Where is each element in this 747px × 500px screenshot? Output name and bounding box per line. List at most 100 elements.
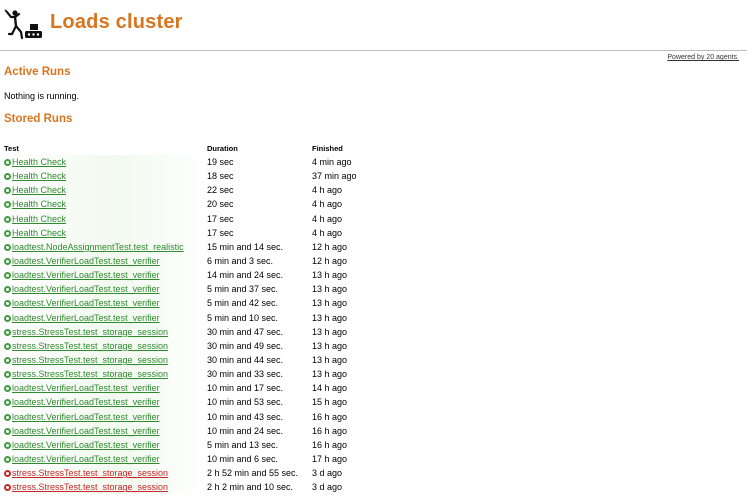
test-link[interactable]: stress.StressTest.test_storage_session xyxy=(12,468,168,478)
status-fail-icon xyxy=(4,470,11,478)
duration-cell: 17 sec xyxy=(207,227,234,238)
test-link[interactable]: loadtest.VerifierLoadTest.test_verifier xyxy=(12,412,160,422)
test-link[interactable]: loadtest.VerifierLoadTest.test_verifier xyxy=(12,383,160,393)
test-cell: loadtest.VerifierLoadTest.test_verifier xyxy=(4,310,207,325)
table-row: loadtest.VerifierLoadTest.test_verifier 1… xyxy=(4,423,392,438)
test-link[interactable]: loadtest.VerifierLoadTest.test_verifier xyxy=(12,426,160,436)
status-ok-icon xyxy=(4,286,11,294)
finished-cell: 16 h ago xyxy=(312,439,348,450)
status-ok-icon xyxy=(4,456,11,464)
duration-cell: 10 min and 53 sec. xyxy=(207,397,284,408)
table-row: stress.StressTest.test_storage_session 30… xyxy=(4,367,392,382)
table-row: loadtest.VerifierLoadTest.test_verifier 1… xyxy=(4,395,392,410)
active-runs-heading: Active Runs xyxy=(4,66,71,78)
stored-runs-body: Health Check 19 sec 4 min ago Health Check 1… xyxy=(4,155,392,495)
powered-by-link[interactable]: Powered by 20 agents. xyxy=(667,54,739,61)
finished-cell: 13 h ago xyxy=(312,298,348,309)
test-link[interactable]: stress.StressTest.test_storage_session xyxy=(12,327,168,337)
header-divider xyxy=(0,50,747,51)
status-ok-icon xyxy=(4,272,11,280)
test-cell: loadtest.VerifierLoadTest.test_verifier xyxy=(4,437,207,452)
test-cell: loadtest.VerifierLoadTest.test_verifier xyxy=(4,253,207,269)
test-link[interactable]: Health Check xyxy=(12,199,66,209)
status-ok-icon xyxy=(4,243,11,251)
finished-cell: 3 d ago xyxy=(312,468,343,479)
test-link[interactable]: loadtest.VerifierLoadTest.test_verifier xyxy=(12,454,160,464)
status-ok-icon xyxy=(4,441,11,449)
status-ok-icon xyxy=(4,385,11,393)
status-ok-icon xyxy=(4,399,11,407)
table-row: Health Check 17 sec 4 h ago xyxy=(4,211,392,226)
duration-cell: 10 min and 17 sec. xyxy=(207,383,284,394)
finished-cell: 14 h ago xyxy=(312,383,348,394)
finished-cell: 13 h ago xyxy=(312,270,348,281)
finished-cell: 4 min ago xyxy=(312,157,352,168)
test-link[interactable]: loadtest.VerifierLoadTest.test_verifier xyxy=(12,270,160,280)
finished-cell: 13 h ago xyxy=(312,340,348,351)
test-cell: stress.StressTest.test_storage_session xyxy=(4,338,207,353)
finished-cell: 4 h ago xyxy=(312,199,343,210)
test-cell: stress.StressTest.test_storage_session xyxy=(4,324,207,339)
test-link[interactable]: Health Check xyxy=(12,185,66,195)
finished-cell: 4 h ago xyxy=(312,227,343,238)
stored-runs-heading: Stored Runs xyxy=(4,113,73,125)
status-ok-icon xyxy=(4,159,11,167)
test-cell: loadtest.VerifierLoadTest.test_verifier xyxy=(4,282,207,297)
status-ok-icon xyxy=(4,328,11,336)
finished-cell: 4 h ago xyxy=(312,213,343,224)
test-link[interactable]: stress.StressTest.test_storage_session xyxy=(12,369,168,379)
status-ok-icon xyxy=(4,187,11,195)
test-link[interactable]: loadtest.VerifierLoadTest.test_verifier xyxy=(12,256,160,266)
duration-cell: 6 min and 3 sec. xyxy=(207,256,274,267)
test-link[interactable]: Health Check xyxy=(12,171,66,181)
test-link[interactable]: stress.StressTest.test_storage_session xyxy=(12,482,168,492)
status-ok-icon xyxy=(4,300,11,308)
test-link[interactable]: Health Check xyxy=(12,228,66,238)
duration-cell: 17 sec xyxy=(207,213,234,224)
test-link[interactable]: loadtest.VerifierLoadTest.test_verifier xyxy=(12,440,160,450)
duration-cell: 30 min and 49 sec. xyxy=(207,340,284,351)
duration-cell: 14 min and 24 sec. xyxy=(207,270,284,281)
finished-cell: 12 h ago xyxy=(312,241,348,252)
finished-cell: 13 h ago xyxy=(312,369,348,380)
finished-cell: 3 d ago xyxy=(312,482,343,493)
test-cell: loadtest.VerifierLoadTest.test_verifier xyxy=(4,423,207,438)
test-link[interactable]: loadtest.NodeAssignmentTest.test_realist… xyxy=(12,242,184,252)
test-link[interactable]: Health Check xyxy=(12,157,66,167)
test-link[interactable]: loadtest.VerifierLoadTest.test_verifier xyxy=(12,284,160,294)
table-row: loadtest.VerifierLoadTest.test_verifier 1… xyxy=(4,409,392,424)
table-header-row: Test Duration Finished xyxy=(4,141,392,155)
table-row: loadtest.VerifierLoadTest.test_verifier 1… xyxy=(4,451,392,467)
duration-cell: 20 sec xyxy=(207,199,234,210)
status-ok-icon xyxy=(4,215,11,223)
status-ok-icon xyxy=(4,413,11,421)
duration-cell: 15 min and 14 sec. xyxy=(207,241,284,252)
duration-cell: 5 min and 13 sec. xyxy=(207,439,279,450)
test-link[interactable]: stress.StressTest.test_storage_session xyxy=(12,341,168,351)
test-cell: stress.StressTest.test_storage_session xyxy=(4,367,207,382)
test-cell: Health Check xyxy=(4,155,207,170)
test-cell: loadtest.NodeAssignmentTest.test_realist… xyxy=(4,239,207,254)
finished-cell: 12 h ago xyxy=(312,256,348,267)
test-link[interactable]: Health Check xyxy=(12,214,66,224)
finished-cell: 13 h ago xyxy=(312,284,348,295)
status-ok-icon xyxy=(4,371,11,379)
finished-cell: 37 min ago xyxy=(312,171,357,182)
test-cell: loadtest.VerifierLoadTest.test_verifier xyxy=(4,268,207,283)
test-link[interactable]: stress.StressTest.test_storage_session xyxy=(12,355,168,365)
test-link[interactable]: loadtest.VerifierLoadTest.test_verifier xyxy=(12,397,160,407)
finished-cell: 17 h ago xyxy=(312,454,348,465)
duration-cell: 18 sec xyxy=(207,171,234,182)
page-title: Loads cluster xyxy=(50,11,183,33)
test-cell: loadtest.VerifierLoadTest.test_verifier xyxy=(4,451,207,467)
test-cell: stress.StressTest.test_storage_session xyxy=(4,480,207,495)
test-link[interactable]: loadtest.VerifierLoadTest.test_verifier xyxy=(12,313,160,323)
table-row: loadtest.VerifierLoadTest.test_verifier 6… xyxy=(4,253,392,269)
finished-cell: 4 h ago xyxy=(312,185,343,196)
table-row: stress.StressTest.test_storage_session 2 … xyxy=(4,466,392,481)
test-link[interactable]: loadtest.VerifierLoadTest.test_verifier xyxy=(12,298,160,308)
status-ok-icon xyxy=(4,357,11,365)
status-ok-icon xyxy=(4,229,11,237)
test-cell: stress.StressTest.test_storage_session xyxy=(4,352,207,368)
status-fail-icon xyxy=(4,484,11,492)
